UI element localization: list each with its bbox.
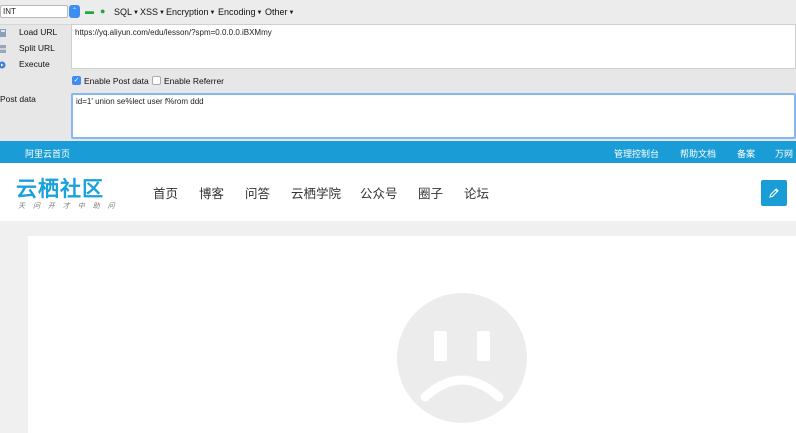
load-url-button[interactable]: Load URL [0,26,70,40]
topbar-docs-link[interactable]: 帮助文档 [680,147,716,160]
nav-circles[interactable]: 圈子 [418,183,443,202]
menu-encryption[interactable]: Encryption▼ [166,7,215,18]
topbar-beian-link[interactable]: 备案 [737,147,755,160]
pencil-icon [769,188,779,198]
arrow-up-icon[interactable]: ● [100,7,109,16]
enable-post-checkbox[interactable]: ✓ [72,76,81,85]
hackbar-options: ✓ Enable Post data Enable Referrer [71,75,471,89]
nav-home[interactable]: 首页 [153,183,178,202]
site-header: 云栖社区 天 问 开 才 中 助 问 首页 博客 问答 云栖学院 公众号 圈子 … [0,163,796,221]
nav-official-account[interactable]: 公众号 [360,183,398,202]
menu-other[interactable]: Other▼ [265,7,294,18]
hackbar-panel: INT ⌃ ▬ ● SQL▼ XSS▼ Encryption▼ Encoding… [0,0,796,141]
split-url-label: Split URL [19,43,55,53]
site-topbar: 阿里云首页 管理控制台 帮助文档 备案 万网 [0,141,796,163]
split-url-icon [0,45,6,53]
nav-blog[interactable]: 博客 [199,183,224,202]
nav-qa[interactable]: 问答 [245,183,270,202]
nav-academy[interactable]: 云栖学院 [291,183,341,202]
hackbar-actions: Load URL Split URL Execute Post data [0,24,70,141]
url-input[interactable]: https://yq.aliyun.com/edu/lesson/?spm=0.… [71,24,796,69]
enable-referrer-label[interactable]: Enable Referrer [164,76,224,86]
write-button[interactable] [761,180,787,206]
topbar-home-link[interactable]: 阿里云首页 [25,147,70,160]
execute-button[interactable]: Execute [0,58,70,72]
site-logo-tagline: 天 问 开 才 中 助 问 [18,203,118,210]
split-url-button[interactable]: Split URL [0,42,70,56]
site-logo[interactable]: 云栖社区 [16,173,104,203]
menu-sql[interactable]: SQL▼ [114,7,139,18]
execute-label: Execute [19,59,50,69]
post-data-input[interactable]: id=1' union se%lect user f%rom ddd [71,93,796,139]
load-url-icon [0,29,6,37]
enable-post-label[interactable]: Enable Post data [84,76,149,86]
execute-icon [0,61,6,69]
type-select[interactable]: INT [0,5,68,18]
hackbar-toolbar: INT ⌃ ▬ ● SQL▼ XSS▼ Encryption▼ Encoding… [0,0,796,25]
topbar-wanwang-link[interactable]: 万网 [775,147,793,160]
enable-referrer-checkbox[interactable] [152,76,161,85]
topbar-console-link[interactable]: 管理控制台 [614,147,659,160]
sad-face-icon [397,293,527,423]
load-url-label: Load URL [19,27,58,37]
post-data-label: Post data [0,94,36,104]
menu-encoding[interactable]: Encoding▼ [218,7,262,18]
select-chevron-icon[interactable]: ⌃ [69,5,80,18]
arrow-down-icon[interactable]: ▬ [85,7,94,16]
nav-forum[interactable]: 论坛 [464,183,489,202]
menu-xss[interactable]: XSS▼ [140,7,165,18]
